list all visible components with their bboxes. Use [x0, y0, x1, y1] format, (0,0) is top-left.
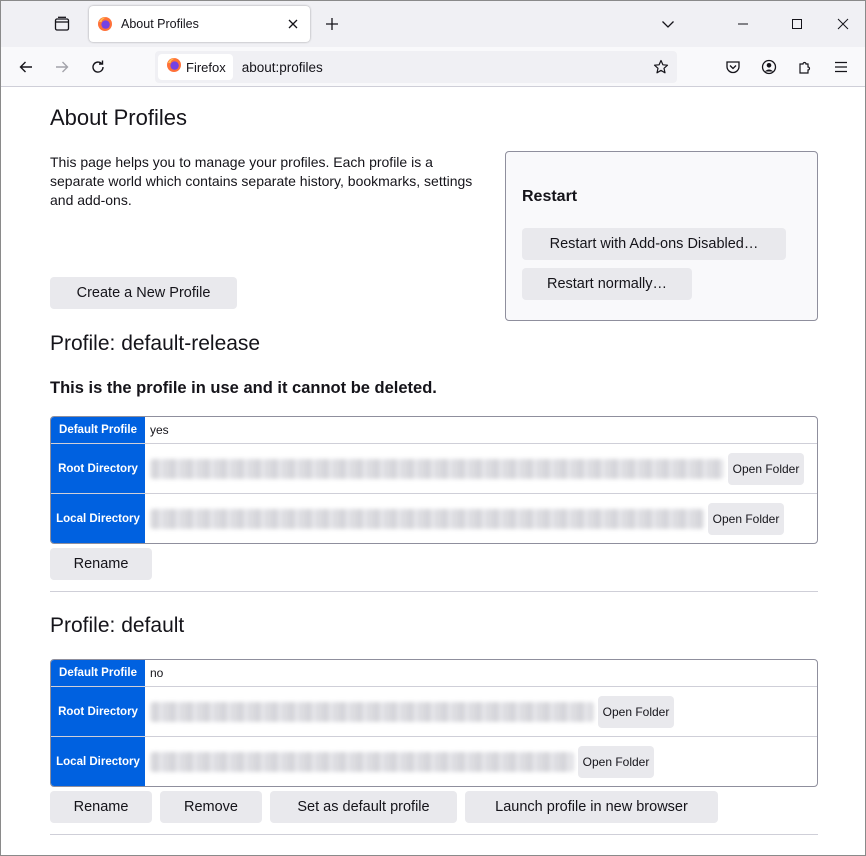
table-row: Local Directory Open Folder	[51, 737, 817, 786]
firefox-logo-icon	[166, 57, 182, 78]
rename-button[interactable]: Rename	[50, 791, 152, 823]
reload-icon[interactable]	[84, 53, 112, 81]
root-directory-value: Open Folder	[145, 687, 817, 736]
restart-box: Restart Restart with Add-ons Disabled… R…	[505, 151, 818, 321]
local-directory-value: Open Folder	[145, 494, 817, 543]
restart-addons-disabled-button[interactable]: Restart with Add-ons Disabled…	[522, 228, 786, 260]
window-close-icon[interactable]	[828, 9, 858, 39]
profile-title: Profile: default	[50, 614, 184, 638]
plus-icon[interactable]	[319, 11, 345, 37]
divider	[50, 834, 818, 835]
pocket-icon[interactable]	[719, 53, 747, 81]
profile-table: Default Profile no Root Directory Open F…	[50, 659, 818, 787]
default-profile-label: Default Profile	[51, 417, 145, 444]
default-profile-label: Default Profile	[51, 660, 145, 687]
close-icon[interactable]	[284, 15, 302, 33]
tab-title: About Profiles	[121, 17, 284, 31]
open-folder-button[interactable]: Open Folder	[708, 503, 784, 535]
table-row: Local Directory Open Folder	[51, 494, 817, 543]
table-row: Default Profile yes	[51, 417, 817, 444]
maximize-icon[interactable]	[782, 9, 812, 39]
tab-overview-icon[interactable]	[47, 9, 77, 39]
page-title: About Profiles	[50, 105, 187, 131]
in-use-notice: This is the profile in use and it cannot…	[50, 379, 437, 398]
restart-heading: Restart	[522, 188, 577, 206]
back-arrow-icon[interactable]	[12, 53, 40, 81]
restart-normally-button[interactable]: Restart normally…	[522, 268, 692, 300]
navigation-toolbar: Firefox about:profiles	[1, 47, 865, 87]
url-bar[interactable]: Firefox about:profiles	[155, 51, 677, 83]
puzzle-icon[interactable]	[791, 53, 819, 81]
account-icon[interactable]	[755, 53, 783, 81]
open-folder-button[interactable]: Open Folder	[728, 453, 804, 485]
tab-about-profiles[interactable]: About Profiles	[89, 6, 310, 42]
identity-box[interactable]: Firefox	[158, 54, 233, 80]
root-directory-label: Root Directory	[51, 687, 145, 737]
redacted-path	[150, 509, 704, 529]
local-directory-label: Local Directory	[51, 494, 145, 544]
table-row: Default Profile no	[51, 660, 817, 687]
root-directory-label: Root Directory	[51, 444, 145, 494]
minimize-icon[interactable]	[728, 9, 758, 39]
divider	[50, 591, 818, 592]
url-text[interactable]: about:profiles	[242, 60, 647, 75]
intro-text: This page helps you to manage your profi…	[50, 153, 475, 210]
launch-profile-button[interactable]: Launch profile in new browser	[465, 791, 718, 823]
chevron-down-icon[interactable]	[655, 11, 681, 37]
open-folder-button[interactable]: Open Folder	[578, 746, 654, 778]
browser-window: About Profiles	[0, 0, 866, 856]
redacted-path	[150, 459, 724, 479]
default-profile-value: no	[145, 660, 817, 686]
set-default-button[interactable]: Set as default profile	[270, 791, 457, 823]
create-profile-button[interactable]: Create a New Profile	[50, 277, 237, 309]
profile-title: Profile: default-release	[50, 332, 260, 356]
star-icon[interactable]	[647, 53, 675, 81]
profile-table: Default Profile yes Root Directory Open …	[50, 416, 818, 544]
rename-button[interactable]: Rename	[50, 548, 152, 580]
forward-arrow-icon[interactable]	[48, 53, 76, 81]
remove-button[interactable]: Remove	[160, 791, 262, 823]
hamburger-menu-icon[interactable]	[827, 53, 855, 81]
redacted-path	[150, 702, 594, 722]
local-directory-label: Local Directory	[51, 737, 145, 787]
default-profile-value: yes	[145, 417, 817, 443]
tab-strip: About Profiles	[1, 1, 865, 47]
page-content: About Profiles This page helps you to ma…	[1, 87, 865, 856]
open-folder-button[interactable]: Open Folder	[598, 696, 674, 728]
table-row: Root Directory Open Folder	[51, 687, 817, 737]
root-directory-value: Open Folder	[145, 444, 817, 493]
identity-label: Firefox	[186, 60, 226, 75]
redacted-path	[150, 752, 574, 772]
firefox-logo-icon	[97, 16, 113, 32]
local-directory-value: Open Folder	[145, 737, 817, 786]
table-row: Root Directory Open Folder	[51, 444, 817, 494]
